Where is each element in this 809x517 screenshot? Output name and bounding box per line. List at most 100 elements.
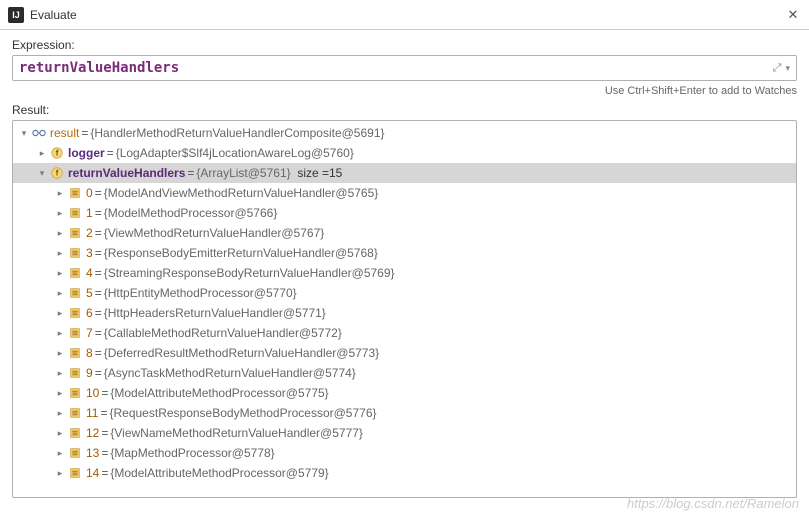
tree-row-item[interactable]: ▸14 = {ModelAttributeMethodProcessor@577… bbox=[13, 463, 796, 483]
tree-row-item[interactable]: ▸7 = {CallableMethodReturnValueHandler@5… bbox=[13, 323, 796, 343]
expand-arrow-icon[interactable]: ▸ bbox=[35, 148, 49, 159]
collapse-arrow-icon[interactable]: ▾ bbox=[35, 168, 49, 179]
node-index: 3 bbox=[86, 246, 93, 260]
tree-row-item[interactable]: ▸6 = {HttpHeadersReturnValueHandler@5771… bbox=[13, 303, 796, 323]
element-icon bbox=[67, 465, 83, 481]
node-index: 10 bbox=[86, 386, 99, 400]
tree-row-item[interactable]: ▸4 = {StreamingResponseBodyReturnValueHa… bbox=[13, 263, 796, 283]
tree-row-item[interactable]: ▸11 = {RequestResponseBodyMethodProcesso… bbox=[13, 403, 796, 423]
collapse-arrow-icon[interactable]: ▾ bbox=[17, 128, 31, 139]
node-index: 9 bbox=[86, 366, 93, 380]
expand-arrow-icon[interactable]: ▸ bbox=[53, 208, 67, 219]
element-icon bbox=[67, 245, 83, 261]
expand-arrow-icon[interactable]: ▸ bbox=[53, 468, 67, 479]
expand-arrow-icon[interactable]: ▸ bbox=[53, 268, 67, 279]
element-icon bbox=[67, 325, 83, 341]
element-icon bbox=[67, 225, 83, 241]
result-label: Result: bbox=[12, 103, 797, 117]
node-value: {LogAdapter$Slf4jLocationAwareLog@5760} bbox=[116, 146, 354, 160]
node-name: returnValueHandlers bbox=[68, 166, 185, 180]
node-value: {AsyncTaskMethodReturnValueHandler@5774} bbox=[104, 366, 356, 380]
element-icon bbox=[67, 445, 83, 461]
node-index: 8 bbox=[86, 346, 93, 360]
tree-row-item[interactable]: ▸2 = {ViewMethodReturnValueHandler@5767} bbox=[13, 223, 796, 243]
node-index: 4 bbox=[86, 266, 93, 280]
tree-row-returnvaluehandlers[interactable]: ▾ returnValueHandlers = {ArrayList@5761}… bbox=[13, 163, 796, 183]
node-index: 0 bbox=[86, 186, 93, 200]
node-value: {ModelAndViewMethodReturnValueHandler@57… bbox=[104, 186, 379, 200]
result-tree[interactable]: ▾ result = {HandlerMethodReturnValueHand… bbox=[12, 120, 797, 498]
tree-row-item[interactable]: ▸8 = {DeferredResultMethodReturnValueHan… bbox=[13, 343, 796, 363]
glasses-icon bbox=[31, 125, 47, 141]
expand-arrow-icon[interactable]: ▸ bbox=[53, 448, 67, 459]
node-index: 2 bbox=[86, 226, 93, 240]
tree-row-item[interactable]: ▸13 = {MapMethodProcessor@5778} bbox=[13, 443, 796, 463]
element-icon bbox=[67, 385, 83, 401]
node-value: {RequestResponseBodyMethodProcessor@5776… bbox=[109, 406, 376, 420]
watermark: https://blog.csdn.net/Ramelon bbox=[627, 496, 799, 511]
element-icon bbox=[67, 305, 83, 321]
close-icon[interactable]: ✕ bbox=[785, 7, 801, 23]
node-value: {DeferredResultMethodReturnValueHandler@… bbox=[104, 346, 379, 360]
node-index: 11 bbox=[86, 406, 98, 420]
tree-row-item[interactable]: ▸9 = {AsyncTaskMethodReturnValueHandler@… bbox=[13, 363, 796, 383]
expand-arrow-icon[interactable]: ▸ bbox=[53, 308, 67, 319]
expression-box[interactable]: ⤢ ▾ bbox=[12, 55, 797, 81]
element-icon bbox=[67, 345, 83, 361]
expand-arrow-icon[interactable]: ▸ bbox=[53, 428, 67, 439]
node-index: 1 bbox=[86, 206, 93, 220]
node-value: {ModelAttributeMethodProcessor@5775} bbox=[110, 386, 328, 400]
element-icon bbox=[67, 265, 83, 281]
node-value: {MapMethodProcessor@5778} bbox=[110, 446, 274, 460]
node-name: result bbox=[50, 126, 79, 140]
node-value: {ModelMethodProcessor@5766} bbox=[104, 206, 278, 220]
size-label: size = bbox=[297, 166, 329, 180]
expand-arrow-icon[interactable]: ▸ bbox=[53, 328, 67, 339]
node-index: 5 bbox=[86, 286, 93, 300]
element-icon bbox=[67, 205, 83, 221]
node-value: {StreamingResponseBodyReturnValueHandler… bbox=[104, 266, 395, 280]
tree-row-item[interactable]: ▸1 = {ModelMethodProcessor@5766} bbox=[13, 203, 796, 223]
node-value: {HandlerMethodReturnValueHandlerComposit… bbox=[90, 126, 384, 140]
expand-arrow-icon[interactable]: ▸ bbox=[53, 368, 67, 379]
tree-row-result[interactable]: ▾ result = {HandlerMethodReturnValueHand… bbox=[13, 123, 796, 143]
app-icon: IJ bbox=[8, 7, 24, 23]
node-value: {ArrayList@5761} bbox=[196, 166, 290, 180]
size-value: 15 bbox=[329, 166, 342, 180]
expand-arrow-icon[interactable]: ▸ bbox=[53, 228, 67, 239]
titlebar: IJ Evaluate ✕ bbox=[0, 0, 809, 30]
node-value: {HttpEntityMethodProcessor@5770} bbox=[104, 286, 297, 300]
chevron-down-icon[interactable]: ▾ bbox=[785, 63, 790, 74]
tree-row-item[interactable]: ▸0 = {ModelAndViewMethodReturnValueHandl… bbox=[13, 183, 796, 203]
expression-input[interactable] bbox=[19, 60, 773, 76]
node-value: {ModelAttributeMethodProcessor@5779} bbox=[110, 466, 328, 480]
element-icon bbox=[67, 365, 83, 381]
tree-row-item[interactable]: ▸12 = {ViewNameMethodReturnValueHandler@… bbox=[13, 423, 796, 443]
expand-arrow-icon[interactable]: ▸ bbox=[53, 248, 67, 259]
node-value: {HttpHeadersReturnValueHandler@5771} bbox=[104, 306, 326, 320]
hint-text: Use Ctrl+Shift+Enter to add to Watches bbox=[12, 85, 797, 97]
expand-arrow-icon[interactable]: ▸ bbox=[53, 388, 67, 399]
node-index: 6 bbox=[86, 306, 93, 320]
element-icon bbox=[67, 405, 83, 421]
tree-row-item[interactable]: ▸3 = {ResponseBodyEmitterReturnValueHand… bbox=[13, 243, 796, 263]
expand-arrow-icon[interactable]: ▸ bbox=[53, 348, 67, 359]
element-icon bbox=[67, 425, 83, 441]
node-index: 7 bbox=[86, 326, 93, 340]
field-icon bbox=[49, 165, 65, 181]
node-name: logger bbox=[68, 146, 105, 160]
tree-row-item[interactable]: ▸5 = {HttpEntityMethodProcessor@5770} bbox=[13, 283, 796, 303]
expand-arrow-icon[interactable]: ▸ bbox=[53, 188, 67, 199]
field-icon bbox=[49, 145, 65, 161]
node-index: 13 bbox=[86, 446, 99, 460]
expand-arrow-icon[interactable]: ▸ bbox=[53, 288, 67, 299]
tree-row-item[interactable]: ▸10 = {ModelAttributeMethodProcessor@577… bbox=[13, 383, 796, 403]
node-value: {ResponseBodyEmitterReturnValueHandler@5… bbox=[104, 246, 378, 260]
node-value: {CallableMethodReturnValueHandler@5772} bbox=[104, 326, 342, 340]
element-icon bbox=[67, 185, 83, 201]
node-value: {ViewNameMethodReturnValueHandler@5777} bbox=[110, 426, 363, 440]
tree-row-logger[interactable]: ▸ logger = {LogAdapter$Slf4jLocationAwar… bbox=[13, 143, 796, 163]
element-icon bbox=[67, 285, 83, 301]
expand-icon[interactable]: ⤢ bbox=[773, 62, 782, 75]
expand-arrow-icon[interactable]: ▸ bbox=[53, 408, 67, 419]
